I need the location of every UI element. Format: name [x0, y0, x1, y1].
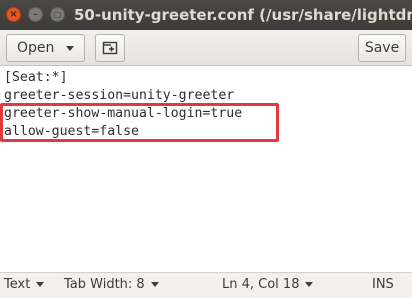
minimize-icon: – — [33, 8, 38, 20]
language-selector[interactable]: Text — [4, 277, 45, 292]
new-document-button[interactable] — [95, 34, 125, 62]
chevron-down-icon — [150, 282, 159, 287]
language-label: Text — [4, 277, 31, 292]
new-tab-icon — [102, 41, 118, 55]
maximize-icon: □ — [53, 9, 62, 19]
window-titlebar: × – □ 50-unity-greeter.conf (/usr/share/… — [0, 0, 412, 30]
chevron-down-icon — [36, 282, 45, 287]
open-button-label: Open — [17, 40, 55, 56]
close-icon: × — [9, 8, 18, 20]
window-title: 50-unity-greeter.conf (/usr/share/lightd… — [74, 6, 412, 24]
chevron-down-icon — [66, 46, 74, 51]
close-window-button[interactable]: × — [6, 7, 21, 22]
editor-line-1[interactable]: [Seat:*] — [4, 69, 68, 87]
chevron-down-icon — [305, 282, 314, 287]
tab-width-label: Tab Width: 8 — [64, 277, 145, 292]
insert-mode-label: INS — [372, 277, 394, 292]
status-bar: Text Tab Width: 8 Ln 4, Col 18 INS — [0, 272, 412, 298]
save-button-label: Save — [364, 40, 400, 56]
open-button[interactable]: Open — [6, 34, 85, 62]
minimize-window-button[interactable]: – — [28, 7, 43, 22]
cursor-position-selector[interactable]: Ln 4, Col 18 — [222, 277, 314, 292]
save-button[interactable]: Save — [358, 34, 406, 62]
insert-mode-indicator: INS — [372, 277, 394, 292]
header-bar: Open Save — [0, 30, 412, 66]
maximize-window-button[interactable]: □ — [50, 7, 65, 22]
text-editor-area[interactable]: [Seat:*] greeter-session=unity-greeter g… — [0, 67, 412, 272]
cursor-position-label: Ln 4, Col 18 — [222, 277, 300, 292]
annotation-highlight-box — [0, 103, 279, 142]
tab-width-selector[interactable]: Tab Width: 8 — [64, 277, 159, 292]
